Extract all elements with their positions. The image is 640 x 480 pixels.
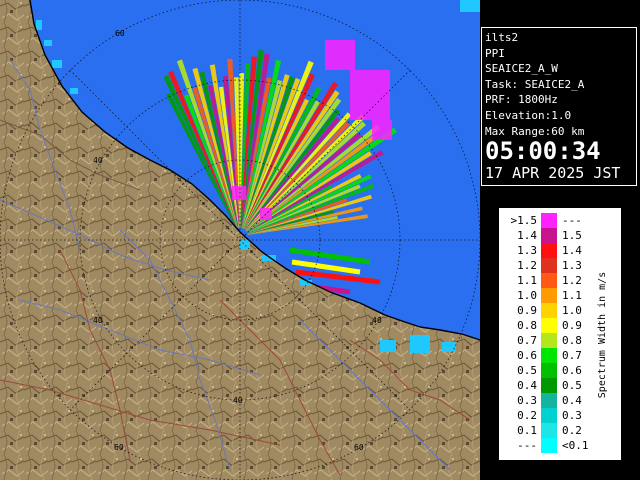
station-name: ilts2 bbox=[485, 31, 519, 44]
legend-upper-label: 0.8 bbox=[562, 334, 582, 347]
legend-lower-label: 0.7 bbox=[517, 334, 537, 347]
range-label-60-bottom-right: 60 bbox=[354, 443, 364, 452]
scan-type: PPI bbox=[485, 46, 505, 60]
scan-time: 05:00:34 bbox=[485, 137, 601, 166]
legend-upper-label: 0.3 bbox=[562, 409, 582, 422]
legend-upper-label: 1.5 bbox=[562, 229, 582, 242]
range-label-40-right: 40 bbox=[372, 316, 382, 325]
legend-lower-label: 0.9 bbox=[517, 304, 537, 317]
legend-lower-label: 1.2 bbox=[517, 259, 537, 272]
legend-swatch bbox=[541, 303, 557, 318]
legend-lower-label: 1.4 bbox=[517, 229, 537, 242]
legend-swatch bbox=[541, 318, 557, 333]
legend-lower-label: --- bbox=[517, 439, 537, 452]
legend-upper-label: 0.6 bbox=[562, 364, 582, 377]
color-legend: >1.5 --- 1.4 1.5 1.3 1.4 1.2 1.3 1.1 1.2 1.0 1.1 0.9… bbox=[498, 207, 622, 461]
legend-upper-label: 0.7 bbox=[562, 349, 582, 362]
range-label-60-bottom-left: 60 bbox=[114, 443, 124, 452]
echo-patch bbox=[232, 186, 246, 200]
legend-swatch bbox=[541, 258, 557, 273]
radar-map-svg: 60 40 40 40 40 60 60 bbox=[0, 0, 480, 480]
legend-lower-label: >1.5 bbox=[510, 214, 538, 227]
legend-lower-label: 0.1 bbox=[517, 424, 537, 437]
legend-swatch bbox=[541, 213, 557, 228]
legend-swatch bbox=[541, 333, 557, 348]
legend-swatch bbox=[541, 243, 557, 258]
legend-lower-label: 0.8 bbox=[517, 319, 537, 332]
scan-date: 17 APR 2025 JST bbox=[485, 164, 621, 183]
legend-swatch bbox=[541, 423, 557, 438]
legend-lower-label: 0.2 bbox=[517, 409, 537, 422]
legend-lower-label: 1.3 bbox=[517, 244, 537, 257]
legend-upper-label: 1.0 bbox=[562, 304, 582, 317]
legend-swatch bbox=[541, 288, 557, 303]
legend-upper-label: 0.4 bbox=[562, 394, 582, 407]
legend-swatch bbox=[541, 438, 557, 453]
legend-upper-label: 0.5 bbox=[562, 379, 582, 392]
legend-upper-label: 1.4 bbox=[562, 244, 582, 257]
legend-upper-label: 1.1 bbox=[562, 289, 582, 302]
legend-upper-label: <0.1 bbox=[562, 439, 589, 452]
legend-title: Spectrum Width in m/s bbox=[597, 271, 608, 399]
elevation-value: Elevation:1.0 bbox=[485, 108, 572, 122]
task-name: Task: SEAICE2_A bbox=[485, 77, 585, 91]
legend-lower-label: 1.1 bbox=[517, 274, 537, 287]
echo-patch bbox=[350, 70, 390, 120]
range-label-40-left-top: 40 bbox=[93, 156, 103, 165]
legend-swatch bbox=[541, 378, 557, 393]
legend-lower-label: 0.6 bbox=[517, 349, 537, 362]
range-label-40-left-bottom: 40 bbox=[93, 316, 103, 325]
legend-swatch bbox=[541, 393, 557, 408]
legend-upper-label: --- bbox=[562, 214, 582, 227]
legend-upper-label: 0.2 bbox=[562, 424, 582, 437]
legend-upper-label: 0.9 bbox=[562, 319, 582, 332]
legend-swatch bbox=[541, 348, 557, 363]
legend-upper-label: 1.2 bbox=[562, 274, 582, 287]
prf-value: PRF: 1800Hz bbox=[485, 93, 558, 107]
legend-lower-label: 0.3 bbox=[517, 394, 537, 407]
echo-patch bbox=[372, 120, 392, 140]
legend-swatch bbox=[541, 363, 557, 378]
legend-lower-label: 1.0 bbox=[517, 289, 537, 302]
echo-patch bbox=[325, 40, 355, 70]
legend-upper-label: 1.3 bbox=[562, 259, 582, 272]
legend-lower-label: 0.5 bbox=[517, 364, 537, 377]
legend-lower-label: 0.4 bbox=[517, 379, 537, 392]
legend-swatch bbox=[541, 228, 557, 243]
legend-swatch bbox=[541, 408, 557, 423]
range-label-60-top: 60 bbox=[115, 29, 125, 38]
legend-swatch bbox=[541, 273, 557, 288]
echo-patch bbox=[260, 208, 272, 220]
radar-map[interactable]: 60 40 40 40 40 60 60 bbox=[0, 0, 480, 480]
info-panel: ilts2 PPI SEAICE2_A_W Task: SEAICE2_A PR… bbox=[481, 27, 637, 186]
product-name: SEAICE2_A_W bbox=[485, 62, 558, 76]
range-label-40-bottom: 40 bbox=[233, 396, 243, 405]
